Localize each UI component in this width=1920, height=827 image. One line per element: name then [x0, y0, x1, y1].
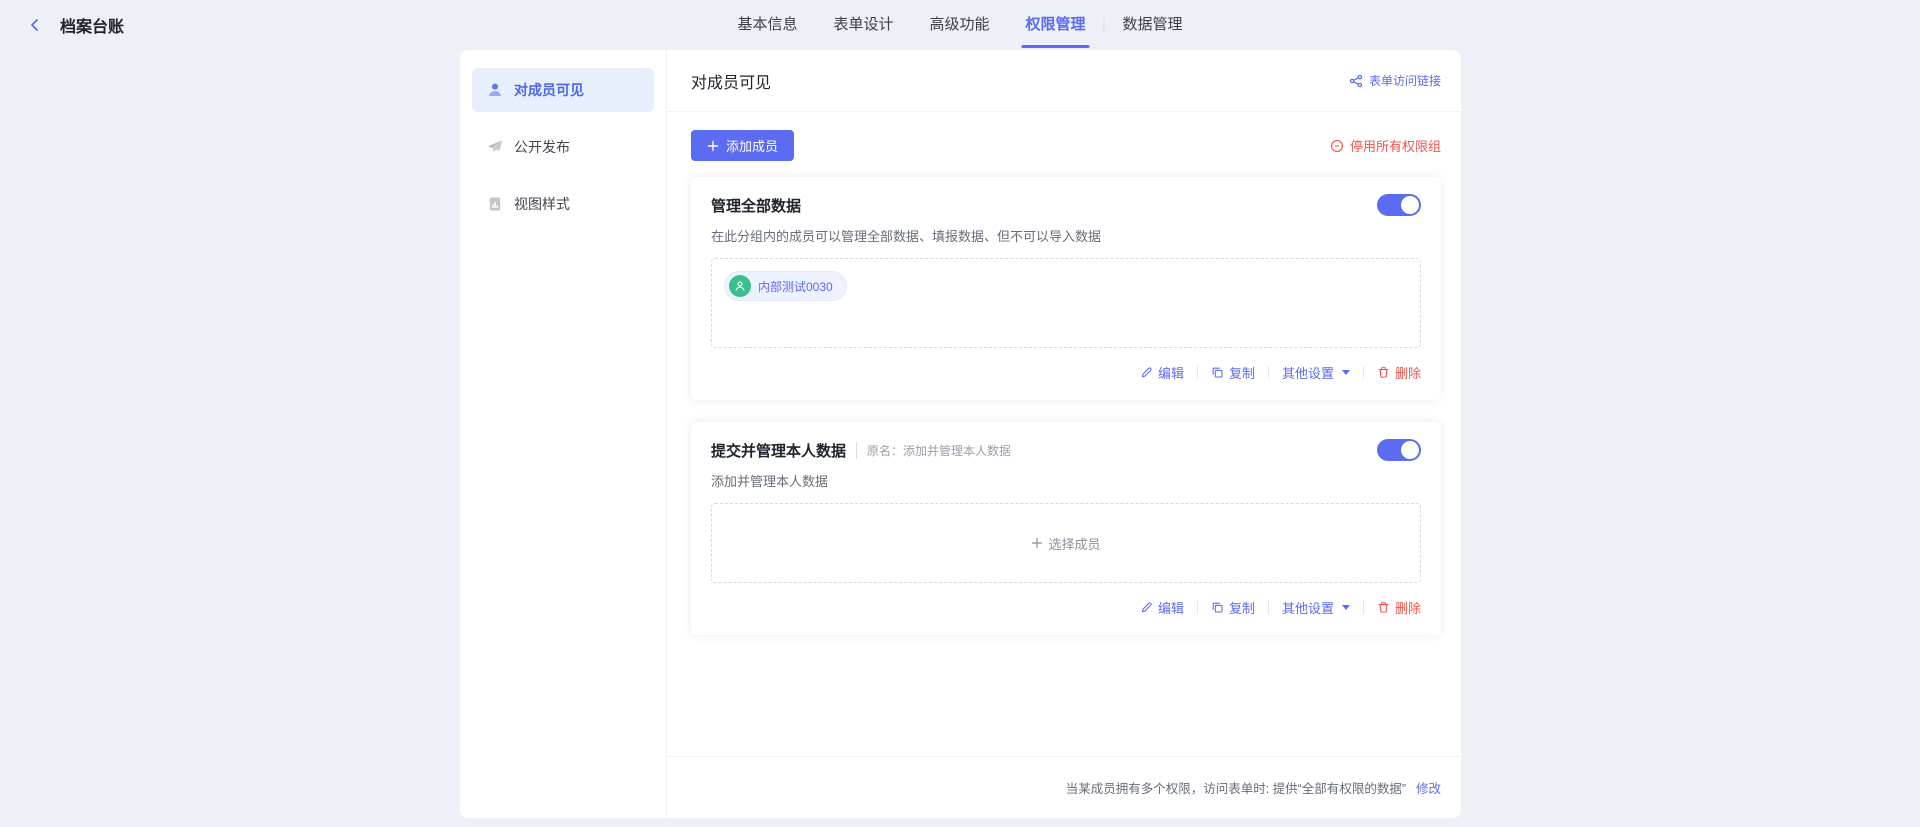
member-list-box: 内部测试0030	[711, 258, 1421, 348]
disable-all-label: 停用所有权限组	[1350, 136, 1441, 155]
form-access-link-label: 表单访问链接	[1369, 72, 1441, 89]
back-button[interactable]	[24, 14, 46, 36]
form-access-link[interactable]: 表单访问链接	[1349, 72, 1441, 89]
content-title: 对成员可见	[691, 69, 771, 93]
sidebar-item-label: 对成员可见	[514, 80, 584, 100]
trash-icon	[1377, 366, 1390, 379]
card-actions: 编辑 复制 其他设置 删除	[711, 363, 1421, 382]
copy-icon	[1211, 601, 1224, 614]
modify-link[interactable]: 修改	[1416, 778, 1441, 797]
member-chip-label: 内部测试0030	[758, 278, 833, 295]
select-member-area[interactable]: 选择成员	[711, 503, 1421, 583]
plus-icon	[707, 140, 719, 152]
caret-down-icon	[1342, 370, 1350, 375]
page-title: 档案台账	[60, 13, 124, 37]
other-settings-label: 其他设置	[1282, 363, 1334, 382]
group-enabled-toggle[interactable]	[1377, 439, 1421, 461]
other-settings-action[interactable]: 其他设置	[1282, 363, 1350, 382]
group-description: 在此分组内的成员可以管理全部数据、填报数据、但不可以导入数据	[711, 226, 1421, 245]
add-member-button-label: 添加成员	[726, 136, 778, 155]
copy-action[interactable]: 复制	[1211, 598, 1255, 617]
action-separator	[1363, 601, 1364, 614]
toggle-knob	[1401, 441, 1419, 459]
content-body: 添加成员 停用所有权限组 管理全部数据 在此分组内的成员可以管理全部数据、填报数…	[667, 112, 1461, 818]
permission-group-card-submit-own: 提交并管理本人数据 原名：添加并管理本人数据 添加并管理本人数据 选择成员 编辑	[691, 422, 1441, 635]
topbar-left: 档案台账	[24, 13, 124, 37]
paper-plane-icon	[487, 139, 503, 155]
sidebar-item-label: 视图样式	[514, 194, 570, 214]
share-icon	[1349, 74, 1363, 88]
caret-down-icon	[1342, 605, 1350, 610]
plus-icon	[1031, 537, 1043, 549]
delete-action[interactable]: 删除	[1377, 598, 1421, 617]
other-settings-action[interactable]: 其他设置	[1282, 598, 1350, 617]
toggle-knob	[1401, 196, 1419, 214]
user-avatar-icon	[729, 275, 751, 297]
sidebar-item-label: 公开发布	[514, 137, 570, 157]
chevron-left-icon	[27, 17, 43, 33]
content-area: 对成员可见 表单访问链接 添加成员 停用所有权限组	[667, 50, 1461, 818]
content-header: 对成员可见 表单访问链接	[667, 50, 1461, 112]
card-actions: 编辑 复制 其他设置 删除	[711, 598, 1421, 617]
permission-group-card-manage-all: 管理全部数据 在此分组内的成员可以管理全部数据、填报数据、但不可以导入数据 内部…	[691, 177, 1441, 400]
sidebar-item-view-style[interactable]: 视图样式	[472, 182, 654, 226]
delete-action[interactable]: 删除	[1377, 363, 1421, 382]
delete-action-label: 删除	[1395, 363, 1421, 382]
group-description: 添加并管理本人数据	[711, 471, 1421, 490]
edit-action-label: 编辑	[1158, 363, 1184, 382]
copy-action-label: 复制	[1229, 363, 1255, 382]
group-title: 管理全部数据	[711, 195, 801, 216]
main-panel: 对成员可见 公开发布 视图样式 对成员可见 表单访问链接	[460, 50, 1461, 818]
copy-action[interactable]: 复制	[1211, 363, 1255, 382]
top-nav: 基本信息 表单设计 高级功能 权限管理 数据管理	[719, 0, 1200, 50]
edit-action[interactable]: 编辑	[1140, 598, 1184, 617]
member-chip: 内部测试0030	[724, 271, 847, 301]
card-head: 提交并管理本人数据 原名：添加并管理本人数据	[711, 439, 1421, 461]
card-title-wrap: 管理全部数据	[711, 195, 801, 216]
action-separator	[1197, 601, 1198, 614]
edit-action-label: 编辑	[1158, 598, 1184, 617]
add-member-button[interactable]: 添加成员	[691, 130, 794, 161]
action-separator	[1268, 601, 1269, 614]
member-icon	[487, 82, 503, 98]
prohibit-icon	[1330, 139, 1344, 153]
sidebar-item-visible-to-members[interactable]: 对成员可见	[472, 68, 654, 112]
content-footer: 当某成员拥有多个权限，访问表单时: 提供“全部有权限的数据” 修改	[667, 756, 1461, 818]
delete-action-label: 删除	[1395, 598, 1421, 617]
toolbar: 添加成员 停用所有权限组	[691, 130, 1441, 161]
pencil-icon	[1140, 366, 1153, 379]
tab-form-design[interactable]: 表单设计	[815, 0, 911, 50]
disable-all-permission-groups-link[interactable]: 停用所有权限组	[1330, 136, 1441, 155]
select-member-label: 选择成员	[1048, 534, 1100, 553]
action-separator	[1197, 366, 1198, 379]
trash-icon	[1377, 601, 1390, 614]
card-title-wrap: 提交并管理本人数据 原名：添加并管理本人数据	[711, 440, 1011, 461]
group-original-name: 原名：添加并管理本人数据	[856, 442, 1011, 459]
sidebar: 对成员可见 公开发布 视图样式	[460, 50, 667, 818]
tab-advanced-features[interactable]: 高级功能	[911, 0, 1007, 50]
edit-action[interactable]: 编辑	[1140, 363, 1184, 382]
group-enabled-toggle[interactable]	[1377, 194, 1421, 216]
copy-icon	[1211, 366, 1224, 379]
sidebar-item-public-publish[interactable]: 公开发布	[472, 125, 654, 169]
multi-permission-note: 当某成员拥有多个权限，访问表单时: 提供“全部有权限的数据”	[1066, 778, 1406, 797]
tab-data-management[interactable]: 数据管理	[1105, 0, 1201, 50]
view-style-icon	[487, 196, 503, 212]
topbar: 档案台账 基本信息 表单设计 高级功能 权限管理 数据管理	[0, 0, 1920, 50]
tab-basic-info[interactable]: 基本信息	[719, 0, 815, 50]
copy-action-label: 复制	[1229, 598, 1255, 617]
group-title: 提交并管理本人数据	[711, 440, 846, 461]
card-head: 管理全部数据	[711, 194, 1421, 216]
other-settings-label: 其他设置	[1282, 598, 1334, 617]
pencil-icon	[1140, 601, 1153, 614]
action-separator	[1363, 366, 1364, 379]
tab-permission-management[interactable]: 权限管理	[1008, 0, 1104, 50]
action-separator	[1268, 366, 1269, 379]
